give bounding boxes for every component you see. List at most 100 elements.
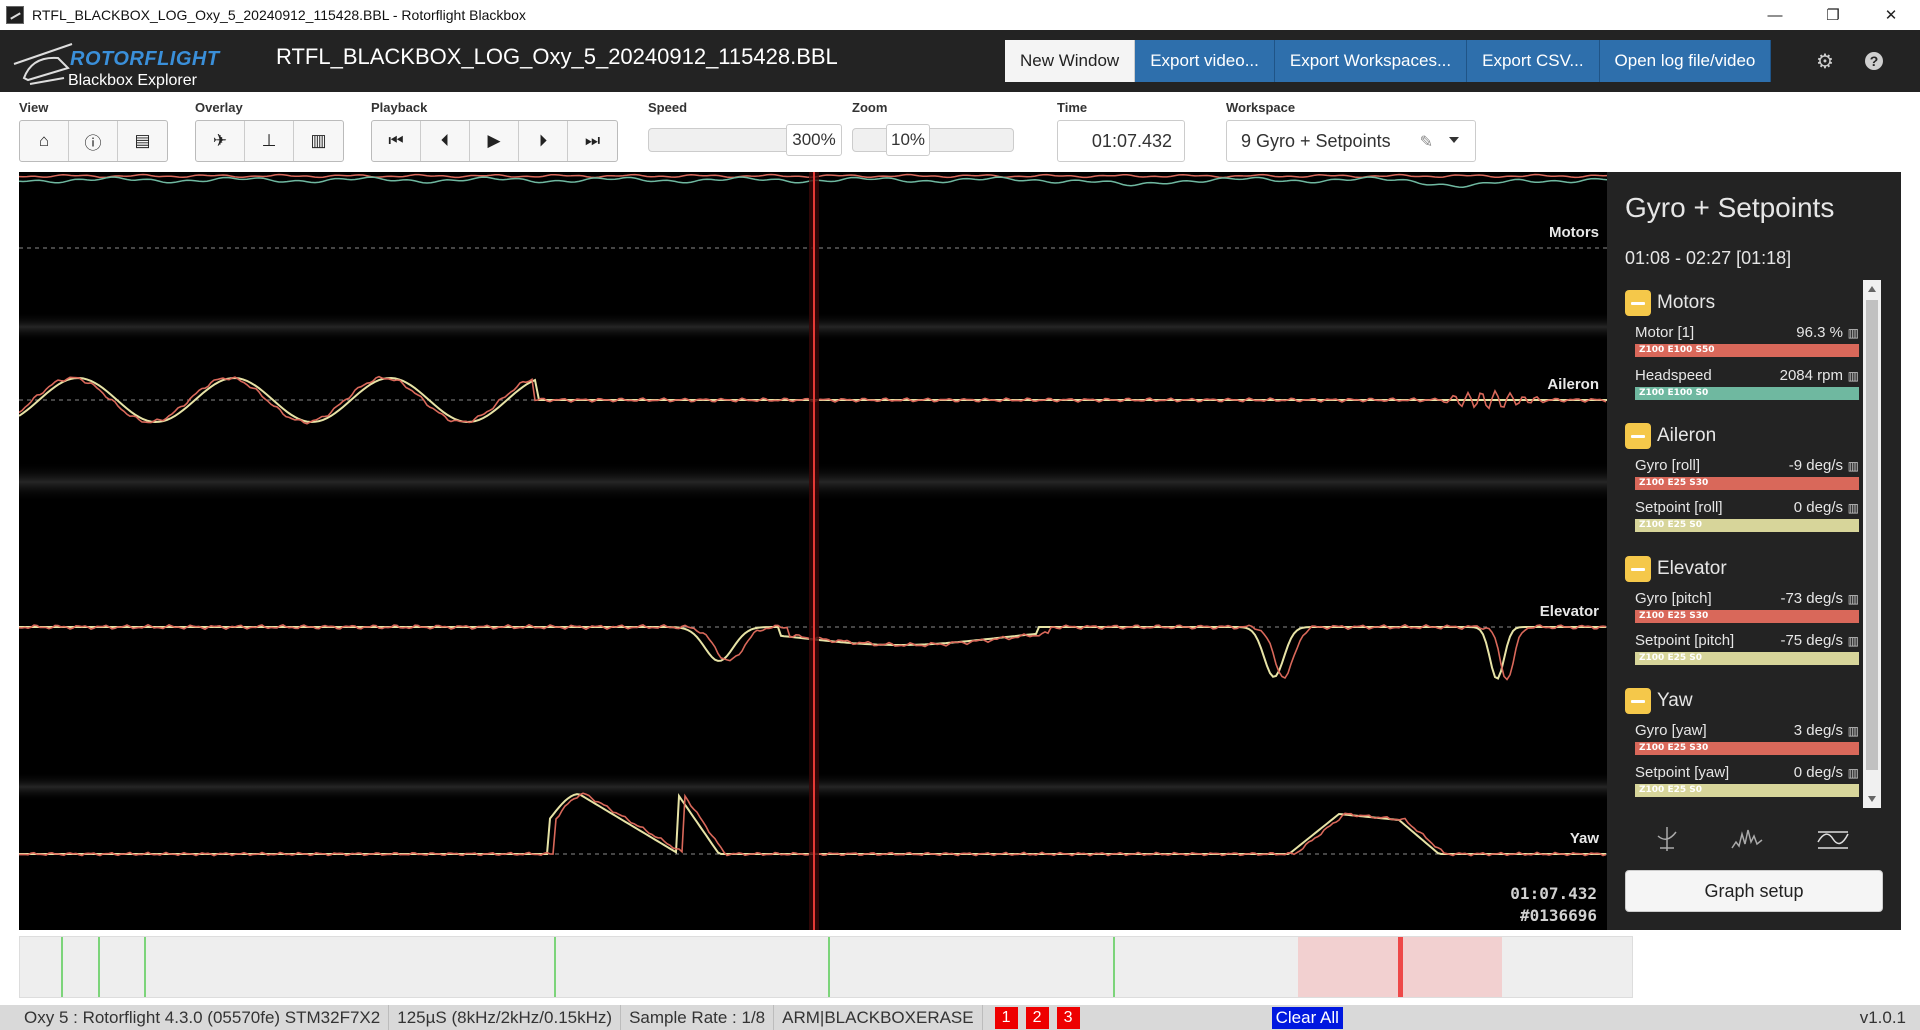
field-name: Headspeed [1635,367,1712,384]
log-table-button[interactable]: ▤ [118,121,167,161]
export-video-button[interactable]: Export video... [1135,40,1275,82]
scrollbar-thumb[interactable] [1866,300,1878,770]
legend-group-aileron[interactable]: Aileron [1625,423,1716,449]
log-timeline[interactable] [19,936,1633,998]
event-marker[interactable] [61,937,63,997]
time-input[interactable]: 01:07.432 [1057,120,1185,162]
field-scale-strip[interactable]: Z100 E25 S0 [1635,519,1859,532]
event-marker[interactable] [1113,937,1115,997]
collapse-icon[interactable] [1625,688,1651,714]
craft-overlay-button[interactable]: ✈ [196,121,245,161]
open-log-file-button[interactable]: Open log file/video [1599,40,1772,82]
sticks-mode-icon[interactable] [1649,822,1685,856]
step-back-button[interactable]: ⏴ [421,121,470,161]
scroll-up-icon[interactable] [1868,286,1876,292]
analyser-icon[interactable]: ▥ [1848,459,1859,473]
legend-group-name: Aileron [1657,425,1717,446]
event-marker[interactable] [98,937,100,997]
sticks-overlay-button[interactable]: ⊥ [245,121,294,161]
log-graph-canvas[interactable]: Motors Aileron Elevator Yaw 01:07.432 #0… [19,172,1607,930]
legend-field-gyro-pitch[interactable]: Gyro [pitch] -73 deg/s ▥ Z100 E25 S30 [1635,590,1859,623]
legend-field-setpoint-roll[interactable]: Setpoint [roll] 0 deg/s ▥ Z100 E25 S0 [1635,499,1859,532]
legend-time-range: 01:08 - 02:27 [01:18] [1625,248,1792,268]
field-scale-strip[interactable]: Z100 E100 S50 [1635,344,1859,357]
collapse-icon[interactable] [1625,423,1651,449]
legend-group-motors[interactable]: Motors [1625,290,1715,316]
analyser-icon[interactable]: ▥ [1848,501,1859,515]
noise-mode-glyph [1731,829,1763,849]
field-scale-strip[interactable]: Z100 E25 S0 [1635,652,1859,665]
workspace-selector[interactable]: 9 Gyro + Setpoints ✎ [1226,120,1476,162]
home-button[interactable]: ⌂ [20,121,69,161]
pencil-icon[interactable]: ✎ [1420,132,1433,152]
status-sample-rate: Sample Rate : 1/8 [621,1005,775,1030]
legend-field-setpoint-yaw[interactable]: Setpoint [yaw] 0 deg/s ▥ Z100 E25 S0 [1635,764,1859,797]
field-scale-strip[interactable]: Z100 E100 S0 [1635,387,1859,400]
timeline-cursor[interactable] [1398,937,1403,997]
collapse-icon[interactable] [1625,290,1651,316]
event-marker[interactable] [144,937,146,997]
field-scale-strip[interactable]: Z100 E25 S0 [1635,784,1859,797]
step-back-icon: ⏴ [440,131,450,150]
event-marker[interactable] [554,937,556,997]
field-scale-strip[interactable]: Z100 E25 S30 [1635,477,1859,490]
restore-button[interactable]: ❐ [1804,0,1862,30]
legend-group-yaw[interactable]: Yaw [1625,688,1693,714]
graph-setup-button[interactable]: Graph setup [1625,870,1883,912]
legend-scrollbar[interactable] [1863,280,1881,808]
analyser-icon[interactable]: ▥ [1848,724,1859,738]
chevron-down-icon[interactable] [1449,137,1459,143]
marker-2-button[interactable]: 2 [1025,1006,1049,1029]
speed-value[interactable]: 300% [786,124,842,156]
legend-field-gyro-yaw[interactable]: Gyro [yaw] 3 deg/s ▥ Z100 E25 S30 [1635,722,1859,755]
jump-start-button[interactable]: ⏮ [372,121,421,161]
jump-end-button[interactable]: ⏭ [568,121,617,161]
legend-field-headspeed[interactable]: Headspeed 2084 rpm ▥ Z100 E100 S0 [1635,367,1859,400]
info-icon: ⓘ [84,133,102,153]
gear-icon[interactable]: ⚙ [1812,48,1838,74]
export-workspaces-button[interactable]: Export Workspaces... [1274,40,1468,82]
status-loop-rate: 125µS (8kHz/2kHz/0.15kHz) [389,1005,622,1030]
step-forward-button[interactable]: ⏵ [519,121,568,161]
help-icon[interactable]: ? [1861,48,1887,74]
field-scale-strip[interactable]: Z100 E25 S30 [1635,610,1859,623]
smooth-mode-icon[interactable] [1815,822,1851,856]
marker-1-button[interactable]: 1 [994,1006,1018,1029]
event-marker[interactable] [828,937,830,997]
analyser-icon[interactable]: ▥ [1848,369,1859,383]
info-button[interactable]: ⓘ [69,121,118,161]
zoom-value[interactable]: 10% [886,124,930,156]
close-button[interactable]: ✕ [1862,0,1920,30]
noise-mode-icon[interactable] [1729,822,1765,856]
status-flags: ARM|BLACKBOXERASE [774,1005,983,1030]
zoom-slider[interactable] [852,128,1014,152]
sticks-icon: ⊥ [261,131,277,150]
analyser-icon[interactable]: ▥ [1848,766,1859,780]
field-scale-strip[interactable]: Z100 E25 S30 [1635,742,1859,755]
play-button[interactable]: ▶ [470,121,519,161]
field-value: -9 deg/s [1788,457,1843,474]
graph-label-yaw: Yaw [1569,830,1599,847]
minimize-button[interactable]: — [1746,0,1804,30]
marker-3-button[interactable]: 3 [1056,1006,1080,1029]
analyser-icon[interactable]: ▥ [1848,326,1859,340]
header-button-bar: New Window Export video... Export Worksp… [1005,40,1772,82]
legend-field-motor-1[interactable]: Motor [1] 96.3 % ▥ Z100 E100 S50 [1635,324,1859,357]
legend-field-setpoint-pitch[interactable]: Setpoint [pitch] -75 deg/s ▥ Z100 E25 S0 [1635,632,1859,665]
brand-name: ROTORFLIGHT [70,48,220,70]
export-csv-button[interactable]: Export CSV... [1467,40,1600,82]
new-window-button[interactable]: New Window [1005,40,1136,82]
app-window: RTFL_BLACKBOX_LOG_Oxy_5_20240912_115428.… [0,0,1920,1030]
collapse-icon[interactable] [1625,556,1651,582]
analyser-icon[interactable]: ▥ [1848,592,1859,606]
legend-group-elevator[interactable]: Elevator [1625,556,1727,582]
skip-start-icon: ⏮ [388,131,404,150]
graph-label-elevator: Elevator [1539,603,1599,620]
clear-all-button[interactable]: Clear All [1271,1006,1343,1029]
help-circle-glyph: ? [1865,52,1883,70]
legend-field-gyro-roll[interactable]: Gyro [roll] -9 deg/s ▥ Z100 E25 S30 [1635,457,1859,490]
analyser-icon[interactable]: ▥ [1848,634,1859,648]
app-version: v1.0.1 [1859,1008,1906,1027]
analyser-overlay-button[interactable]: ▥ [294,121,343,161]
scroll-down-icon[interactable] [1868,796,1876,802]
